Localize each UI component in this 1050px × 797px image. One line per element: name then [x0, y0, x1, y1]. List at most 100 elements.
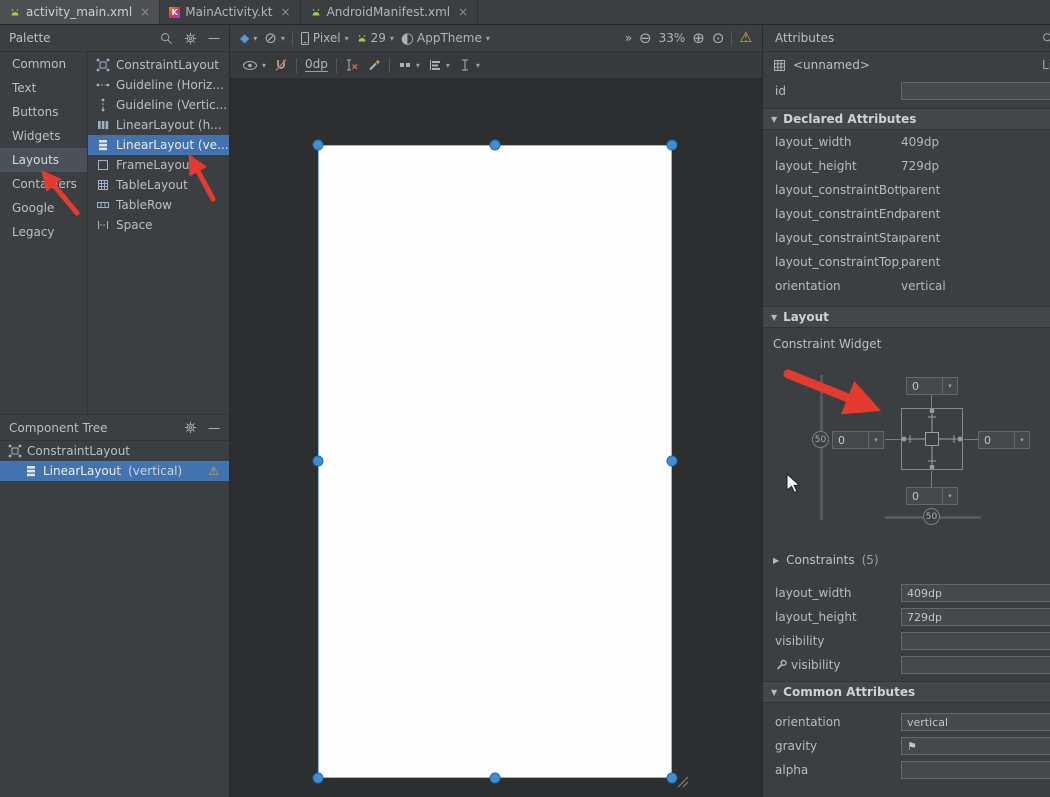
attr-row[interactable]: layout_constraintEnd_tparent [763, 202, 1050, 226]
orientation-input[interactable] [901, 713, 1050, 731]
zoom-in-button[interactable]: ⊕ [692, 31, 705, 46]
infer-constraints-icon[interactable] [367, 58, 381, 72]
zoom-fit-button[interactable]: ⊙ [712, 31, 725, 46]
vertical-bias-slider[interactable]: 50 [812, 431, 829, 448]
layout-section-header[interactable]: ▼ Layout [763, 306, 1050, 328]
selection-handle[interactable] [314, 141, 323, 150]
palette-item-guideline-horizontal[interactable]: Guideline (Horiz... [88, 75, 229, 95]
zoom-out-button[interactable]: ⊖ [639, 31, 652, 46]
palette-category-legacy[interactable]: Legacy [0, 220, 87, 244]
section-collapsed-icon[interactable]: ▶ [773, 556, 779, 565]
distribute-button[interactable]: ▾ [458, 58, 480, 72]
attr-value[interactable]: vertical [901, 279, 946, 293]
layout-height-input[interactable] [901, 608, 1050, 626]
layout-width-input[interactable] [901, 584, 1050, 602]
toolbar-overflow-icon[interactable]: » [625, 31, 632, 45]
tab-activity-main-xml[interactable]: activity_main.xml × [0, 0, 160, 24]
palette-item-tablerow[interactable]: TableRow [88, 195, 229, 215]
tab-androidmanifest-xml[interactable]: AndroidManifest.xml × [301, 0, 479, 24]
chevron-down-icon[interactable]: ▾ [868, 432, 883, 448]
gear-icon[interactable] [184, 32, 197, 45]
selection-handle[interactable] [314, 457, 323, 466]
palette-item-tablelayout[interactable]: TableLayout [88, 175, 229, 195]
design-surface-button[interactable]: ◆▾ [240, 31, 257, 45]
section-expand-icon[interactable]: ▼ [771, 313, 777, 322]
gear-icon[interactable] [184, 421, 197, 434]
attr-row[interactable]: layout_constraintTop_tparent [763, 250, 1050, 274]
palette-item-space[interactable]: Space [88, 215, 229, 235]
close-icon[interactable]: × [281, 5, 291, 19]
margin-bottom-combo[interactable]: 0▾ [906, 487, 958, 505]
attr-value[interactable]: 409dp [901, 135, 939, 149]
search-icon[interactable] [160, 32, 173, 45]
selection-handle[interactable] [314, 774, 323, 783]
declared-attributes-section-header[interactable]: ▼ Declared Attributes [763, 108, 1050, 130]
palette-category-containers[interactable]: Containers [0, 172, 87, 196]
chevron-down-icon[interactable]: ▾ [1014, 432, 1029, 448]
clear-constraints-icon[interactable] [345, 58, 359, 72]
close-icon[interactable]: × [140, 5, 150, 19]
margin-left-combo[interactable]: 0▾ [832, 431, 884, 449]
section-expand-icon[interactable]: ▼ [771, 115, 777, 124]
section-expand-icon[interactable]: ▼ [771, 688, 777, 697]
selection-handle[interactable] [491, 141, 500, 150]
palette-category-layouts[interactable]: Layouts [0, 148, 87, 172]
id-input[interactable] [901, 82, 1050, 100]
ui-mode-button[interactable]: ⊘▾ [264, 31, 285, 46]
minimize-icon[interactable]: — [208, 421, 220, 435]
attr-row[interactable]: layout_height729dp [763, 154, 1050, 178]
palette-category-widgets[interactable]: Widgets [0, 124, 87, 148]
attr-value[interactable]: parent [901, 255, 940, 269]
tree-item-constraintlayout[interactable]: ConstraintLayout [0, 441, 229, 461]
attr-value[interactable]: parent [901, 183, 940, 197]
palette-item-constraintlayout[interactable]: ConstraintLayout [88, 55, 229, 75]
attr-value[interactable]: 729dp [901, 159, 939, 173]
warning-icon[interactable]: ⚠ [208, 464, 219, 478]
selection-handle[interactable] [668, 774, 677, 783]
warning-indicator[interactable]: ⚠ [739, 30, 752, 46]
gravity-input[interactable]: ⚑ [901, 737, 1050, 755]
palette-item-linearlayout-horizontal[interactable]: LinearLayout (h... [88, 115, 229, 135]
horizontal-bias-slider[interactable]: 50 [923, 508, 940, 525]
autoconnect-off-icon[interactable] [274, 58, 288, 72]
close-icon[interactable]: × [458, 5, 468, 19]
attr-value[interactable]: parent [901, 207, 940, 221]
design-surface-artboard[interactable] [318, 145, 672, 778]
theme-selector-button[interactable]: ◐ AppTheme ▾ [401, 31, 490, 46]
attr-row[interactable]: layout_width409dp [763, 130, 1050, 154]
attr-row[interactable]: layout_constraintBottoparent [763, 178, 1050, 202]
palette-item-guideline-vertical[interactable]: Guideline (Vertic... [88, 95, 229, 115]
chevron-down-icon[interactable]: ▾ [942, 378, 957, 394]
attr-value[interactable]: parent [901, 231, 940, 245]
attr-row[interactable]: layout_constraintStart_parent [763, 226, 1050, 250]
palette-category-text[interactable]: Text [0, 76, 87, 100]
selection-handle[interactable] [668, 457, 677, 466]
tab-mainactivity-kt[interactable]: K MainActivity.kt × [160, 0, 300, 24]
default-margins-button[interactable]: 0dp [305, 58, 328, 72]
api-version-button[interactable]: 29 ▾ [356, 31, 394, 45]
view-options-button[interactable]: ▾ [242, 60, 266, 71]
tools-visibility-input[interactable] [901, 656, 1050, 674]
common-attributes-section-header[interactable]: ▼ Common Attributes [763, 681, 1050, 703]
flag-icon[interactable]: ⚑ [907, 740, 917, 753]
palette-category-buttons[interactable]: Buttons [0, 100, 87, 124]
search-icon[interactable] [1042, 32, 1050, 45]
align-button[interactable]: ▾ [428, 58, 450, 72]
palette-item-linearlayout-vertical[interactable]: LinearLayout (ve... [88, 135, 229, 155]
palette-category-common[interactable]: Common [0, 52, 87, 76]
attr-row[interactable]: orientationvertical [763, 274, 1050, 298]
constraint-widget-square[interactable] [901, 408, 963, 470]
margin-top-combo[interactable]: 0▾ [906, 377, 958, 395]
chevron-down-icon[interactable]: ▾ [942, 488, 957, 504]
pack-button[interactable]: ▾ [398, 58, 420, 72]
device-selector-button[interactable]: Pixel ▾ [300, 31, 349, 46]
margin-right-combo[interactable]: 0▾ [978, 431, 1030, 449]
selection-handle[interactable] [491, 774, 500, 783]
visibility-input[interactable] [901, 632, 1050, 650]
palette-item-framelayout[interactable]: FrameLayout [88, 155, 229, 175]
alpha-input[interactable] [901, 761, 1050, 779]
palette-category-google[interactable]: Google [0, 196, 87, 220]
resize-corner-handle[interactable] [676, 775, 690, 789]
constraints-group-row[interactable]: ▶ Constraints (5) [763, 548, 1050, 572]
tree-item-linearlayout-vertical[interactable]: LinearLayout (vertical) ⚠ [0, 461, 229, 481]
